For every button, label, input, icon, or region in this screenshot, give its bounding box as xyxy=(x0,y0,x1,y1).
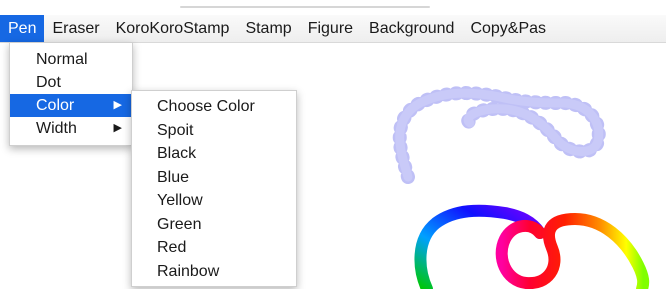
color-submenu: Choose Color Spoit Black Blue Yellow Gre… xyxy=(131,90,297,287)
menu-background[interactable]: Background xyxy=(361,15,462,42)
window-top-strip xyxy=(0,0,666,15)
menu-copy-paste[interactable]: Copy&Pas xyxy=(462,15,554,42)
pen-menu-item-dot[interactable]: Dot xyxy=(10,71,132,94)
paint-app-window: Pen Eraser KoroKoroStamp Stamp Figure Ba… xyxy=(0,0,666,289)
pen-menu-item-label: Width xyxy=(36,120,77,137)
color-item-choose-color[interactable]: Choose Color xyxy=(132,95,296,119)
menu-figure[interactable]: Figure xyxy=(300,15,361,42)
pen-menu-item-color[interactable]: Color ▶ xyxy=(10,94,132,117)
color-item-spoit[interactable]: Spoit xyxy=(132,119,296,143)
menu-bar: Pen Eraser KoroKoroStamp Stamp Figure Ba… xyxy=(0,15,666,43)
menu-pen[interactable]: Pen xyxy=(0,15,45,42)
pen-menu-dropdown: Normal Dot Color ▶ Width ▶ xyxy=(9,42,133,146)
submenu-arrow-icon: ▶ xyxy=(113,122,122,134)
rainbow-strokes xyxy=(414,204,650,289)
menu-eraser[interactable]: Eraser xyxy=(44,15,107,42)
pen-menu-item-label: Normal xyxy=(36,51,88,68)
pen-menu-item-normal[interactable]: Normal xyxy=(10,48,132,71)
menu-korokorostamp[interactable]: KoroKoroStamp xyxy=(108,15,238,42)
submenu-arrow-icon: ▶ xyxy=(113,99,122,111)
rainbow-stroke-right xyxy=(495,212,650,289)
pen-menu-item-label: Color xyxy=(36,97,75,114)
color-item-rainbow[interactable]: Rainbow xyxy=(132,260,296,284)
color-item-black[interactable]: Black xyxy=(132,142,296,166)
color-item-yellow[interactable]: Yellow xyxy=(132,189,296,213)
blue-dotted-loop-stroke xyxy=(392,86,606,184)
color-item-red[interactable]: Red xyxy=(132,236,296,260)
pen-menu-item-width[interactable]: Width ▶ xyxy=(10,117,132,140)
menu-stamp[interactable]: Stamp xyxy=(237,15,299,42)
color-item-blue[interactable]: Blue xyxy=(132,166,296,190)
pen-menu-item-label: Dot xyxy=(36,74,61,91)
color-item-green[interactable]: Green xyxy=(132,213,296,237)
scroll-indicator xyxy=(180,6,430,8)
